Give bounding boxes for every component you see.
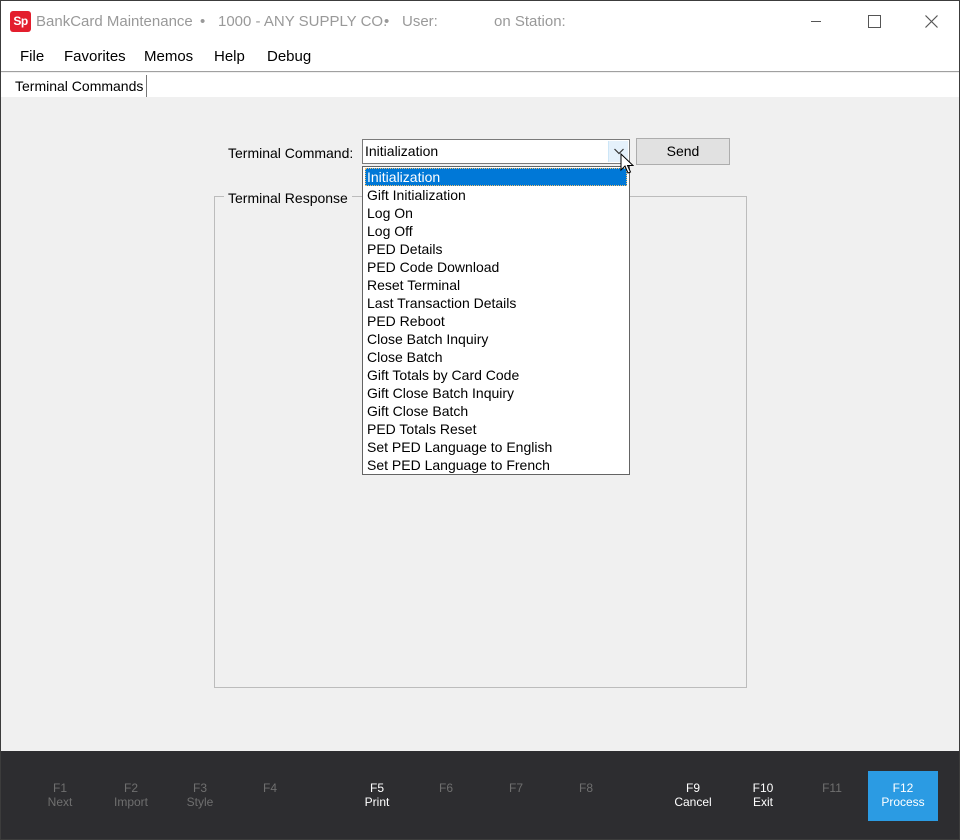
- minimize-button[interactable]: [787, 1, 845, 41]
- dropdown-option[interactable]: PED Details: [365, 240, 627, 258]
- close-button[interactable]: [903, 1, 959, 41]
- fkey-f5[interactable]: F5 Print: [342, 771, 412, 821]
- menu-file[interactable]: File: [20, 48, 44, 65]
- title-separator: •: [200, 13, 206, 30]
- maximize-button[interactable]: [845, 1, 903, 41]
- fkey-f11: F11: [797, 771, 867, 821]
- dropdown-option[interactable]: PED Code Download: [365, 258, 627, 276]
- menu-bar: File Favorites Memos Help Debug: [1, 41, 959, 72]
- fkey-f2: F2 Import: [96, 771, 166, 821]
- fkey-code: F7: [508, 781, 523, 795]
- fkey-f7: F7: [481, 771, 551, 821]
- tab-strip: Terminal Commands: [1, 73, 959, 97]
- fkey-code: F6: [438, 781, 453, 795]
- title-separator: •: [384, 13, 390, 30]
- app-logo-icon: Sp: [10, 11, 31, 32]
- fkey-f8: F8: [551, 771, 621, 821]
- dropdown-option[interactable]: Log On: [365, 204, 627, 222]
- dropdown-option[interactable]: Gift Initialization: [365, 186, 627, 204]
- dropdown-option[interactable]: Initialization: [365, 168, 627, 186]
- fkey-f3: F3 Style: [165, 771, 235, 821]
- fkey-label: Style: [186, 795, 214, 809]
- terminal-command-select[interactable]: Initialization: [362, 139, 630, 164]
- menu-memos[interactable]: Memos: [144, 48, 193, 65]
- close-icon: [925, 15, 938, 28]
- fkey-f1: F1 Next: [25, 771, 95, 821]
- fkey-code: F10: [752, 781, 774, 795]
- title-bar: Sp BankCard Maintenance • 1000 - ANY SUP…: [1, 1, 959, 41]
- fkey-label: Exit: [752, 795, 773, 809]
- user-label: User:: [402, 13, 438, 30]
- fkey-code: F12: [892, 781, 914, 795]
- terminal-command-value: Initialization: [365, 143, 439, 159]
- dropdown-option[interactable]: Set PED Language to French: [365, 456, 627, 474]
- fkey-code: F2: [123, 781, 138, 795]
- dropdown-option[interactable]: Last Transaction Details: [365, 294, 627, 312]
- dropdown-option[interactable]: Gift Close Batch Inquiry: [365, 384, 627, 402]
- fkey-code: F9: [685, 781, 700, 795]
- terminal-command-label: Terminal Command:: [228, 145, 354, 161]
- dropdown-option[interactable]: Set PED Language to English: [365, 438, 627, 456]
- fkey-f10[interactable]: F10 Exit: [728, 771, 798, 821]
- dropdown-option[interactable]: Close Batch: [365, 348, 627, 366]
- fkey-code: F5: [369, 781, 384, 795]
- dropdown-option[interactable]: Gift Close Batch: [365, 402, 627, 420]
- dropdown-option[interactable]: Reset Terminal: [365, 276, 627, 294]
- station-label: on Station:: [494, 13, 566, 30]
- function-key-bar: F1 Next F2 Import F3 Style F4 F5 Print F6 F7 F8 F9 Ca…: [1, 751, 959, 839]
- dropdown-option[interactable]: PED Totals Reset: [365, 420, 627, 438]
- fkey-label: Print: [364, 795, 390, 809]
- menu-debug[interactable]: Debug: [267, 48, 311, 65]
- fkey-label: Cancel: [674, 795, 712, 809]
- fkey-label: Import: [113, 795, 148, 809]
- fkey-label: Process: [881, 795, 925, 809]
- dropdown-option[interactable]: PED Reboot: [365, 312, 627, 330]
- fkey-f6: F6: [411, 771, 481, 821]
- fkey-code: F8: [578, 781, 593, 795]
- fkey-code: F4: [262, 781, 277, 795]
- fkey-f12[interactable]: F12 Process: [868, 771, 938, 821]
- mouse-cursor-icon: [620, 153, 634, 174]
- send-button[interactable]: Send: [636, 138, 730, 165]
- fkey-code: F11: [822, 781, 842, 795]
- fkey-f4: F4: [235, 771, 305, 821]
- window-title: BankCard Maintenance: [36, 13, 193, 30]
- tab-terminal-commands[interactable]: Terminal Commands: [9, 75, 148, 97]
- company-name: 1000 - ANY SUPPLY CO.: [218, 13, 388, 30]
- menu-help[interactable]: Help: [214, 48, 245, 65]
- dropdown-option[interactable]: Close Batch Inquiry: [365, 330, 627, 348]
- terminal-command-dropdown-list: Initialization Gift Initialization Log On L…: [362, 166, 630, 475]
- fkey-label: Next: [47, 795, 73, 809]
- app-window: Sp BankCard Maintenance • 1000 - ANY SUP…: [0, 0, 960, 840]
- dropdown-option[interactable]: Gift Totals by Card Code: [365, 366, 627, 384]
- fkey-f9[interactable]: F9 Cancel: [658, 771, 728, 821]
- menu-favorites[interactable]: Favorites: [64, 48, 126, 65]
- terminal-response-label: Terminal Response: [224, 190, 352, 206]
- dropdown-option[interactable]: Log Off: [365, 222, 627, 240]
- fkey-code: F1: [52, 781, 67, 795]
- fkey-code: F3: [192, 781, 207, 795]
